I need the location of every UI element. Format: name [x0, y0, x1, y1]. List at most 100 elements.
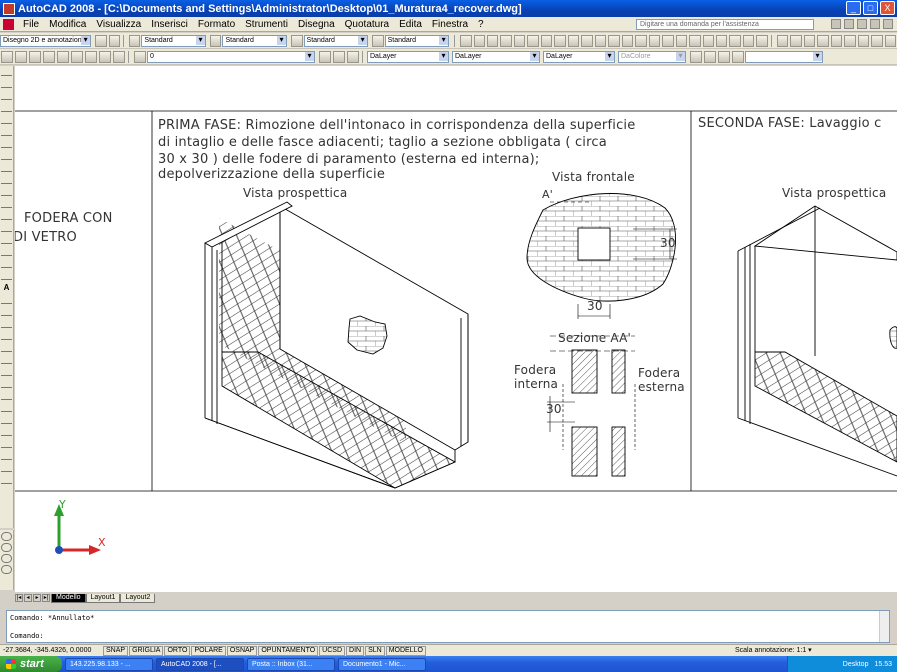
- task-word[interactable]: Documento1 - Mic...: [338, 657, 426, 671]
- task-remote-desktop[interactable]: 143.225.98.133 - ...: [65, 657, 153, 671]
- undo-icon[interactable]: [594, 34, 607, 47]
- zoom-in-icon[interactable]: [1, 50, 13, 63]
- help-icon[interactable]: [756, 34, 768, 47]
- zoom-window2-icon[interactable]: [113, 50, 125, 63]
- gradient-icon[interactable]: [1, 247, 12, 256]
- design-center-icon[interactable]: [689, 34, 701, 47]
- zoom-center-icon[interactable]: [71, 50, 83, 63]
- menu-formato[interactable]: Formato: [193, 19, 240, 30]
- polyline-icon[interactable]: [1, 91, 12, 100]
- redo-icon[interactable]: [608, 34, 620, 47]
- print-icon[interactable]: [500, 34, 512, 47]
- dim-linear-icon[interactable]: [776, 34, 789, 47]
- 3d-box-icon[interactable]: [1, 543, 12, 552]
- move-icon[interactable]: [1, 355, 12, 364]
- zoom-window-icon[interactable]: [648, 34, 661, 47]
- dyn-toggle[interactable]: DIN: [346, 645, 365, 656]
- chamfer-icon[interactable]: [1, 451, 12, 460]
- 3d-cylinder-icon[interactable]: [1, 565, 12, 574]
- table-style-icon[interactable]: [291, 34, 303, 47]
- break-icon[interactable]: [1, 427, 12, 436]
- table-style-select[interactable]: Standard: [303, 34, 369, 47]
- rectangle-icon[interactable]: [1, 115, 12, 124]
- tab-last-icon[interactable]: ▸|: [42, 594, 50, 602]
- command-window[interactable]: Comando: *Annullato* Comando:: [6, 610, 890, 643]
- minimize-button[interactable]: _: [846, 1, 861, 15]
- paste-icon[interactable]: [567, 34, 580, 47]
- materials-icon[interactable]: [732, 50, 744, 63]
- tab-layout2[interactable]: Layout2: [120, 593, 156, 603]
- spline-icon[interactable]: [1, 163, 12, 172]
- grid-toggle[interactable]: GRIGLIA: [129, 645, 164, 656]
- tool-palettes-icon[interactable]: [702, 34, 714, 47]
- plotstyle-select[interactable]: DaColore: [618, 50, 686, 63]
- clock[interactable]: 15.53: [874, 661, 892, 668]
- mtext-icon[interactable]: A: [1, 283, 12, 292]
- dim-radius-icon[interactable]: [830, 34, 843, 47]
- dim-jogged-icon[interactable]: [844, 34, 856, 47]
- layer-state-icon[interactable]: [347, 50, 359, 63]
- properties-icon[interactable]: [675, 34, 688, 47]
- copy-object-icon[interactable]: [1, 307, 12, 316]
- search-icon[interactable]: [831, 19, 841, 29]
- polygon-icon[interactable]: [1, 103, 12, 112]
- layer-select[interactable]: 0: [147, 50, 315, 63]
- sheet-set-icon[interactable]: [715, 34, 728, 47]
- annotation-scale[interactable]: Scala annotazione: 1:1 ▾: [735, 646, 812, 654]
- insert-block-icon[interactable]: [1, 199, 12, 208]
- desktop-toolbar[interactable]: Desktop: [843, 661, 869, 668]
- dim-diameter-icon[interactable]: [857, 34, 870, 47]
- line-icon[interactable]: [1, 67, 12, 76]
- model-toggle[interactable]: MODELLO: [385, 645, 426, 656]
- dim-style-icon[interactable]: [210, 34, 222, 47]
- tab-first-icon[interactable]: |◂: [15, 594, 23, 602]
- workspace-select[interactable]: Disegno 2D e annotazione: [0, 34, 92, 47]
- menu-help[interactable]: ?: [473, 19, 489, 30]
- new-file-icon[interactable]: [460, 34, 472, 47]
- dim-angular-icon[interactable]: [871, 34, 883, 47]
- open-file-icon[interactable]: [473, 34, 486, 47]
- doc-minimize-icon[interactable]: [857, 19, 867, 29]
- extend-icon[interactable]: [1, 415, 12, 424]
- zoom-all-icon[interactable]: [29, 50, 41, 63]
- dim-arc-icon[interactable]: [803, 34, 816, 47]
- text-style-icon[interactable]: [128, 34, 141, 47]
- zoom-previous-icon[interactable]: [662, 34, 674, 47]
- dim-style-select[interactable]: Standard: [222, 34, 288, 47]
- construction-line-icon[interactable]: [1, 79, 12, 88]
- star-icon[interactable]: [844, 19, 854, 29]
- 3d-sphere-icon[interactable]: [1, 554, 12, 563]
- array-icon[interactable]: [1, 343, 12, 352]
- view-select[interactable]: [745, 50, 823, 63]
- point-icon[interactable]: [1, 223, 12, 232]
- calculator-icon[interactable]: [742, 34, 755, 47]
- preview-icon[interactable]: [513, 34, 526, 47]
- zoom-object-icon[interactable]: [85, 50, 97, 63]
- offset-icon[interactable]: [1, 331, 12, 340]
- mirror-icon[interactable]: [1, 319, 12, 328]
- camera-icon[interactable]: [690, 50, 702, 63]
- zoom-extents-icon[interactable]: [43, 50, 55, 63]
- pan-icon[interactable]: [621, 34, 634, 47]
- start-button[interactable]: start: [0, 656, 62, 672]
- menu-modifica[interactable]: Modifica: [44, 19, 91, 30]
- ortho-toggle[interactable]: ORTO: [164, 645, 191, 656]
- menu-strumenti[interactable]: Strumenti: [240, 19, 293, 30]
- make-current-layer-icon[interactable]: [319, 50, 331, 63]
- menu-edita[interactable]: Edita: [394, 19, 427, 30]
- zoom-scale-icon[interactable]: [57, 50, 69, 63]
- cut-icon[interactable]: [540, 34, 553, 47]
- hatch-icon[interactable]: [1, 235, 12, 244]
- autocad-app-icon[interactable]: [3, 2, 15, 15]
- workspace-settings-icon[interactable]: [95, 34, 107, 47]
- light-icon[interactable]: [718, 50, 730, 63]
- 3d-orbit-icon[interactable]: [1, 532, 12, 541]
- trim-icon[interactable]: [1, 403, 12, 412]
- document-icon[interactable]: [3, 18, 14, 30]
- drawing-area[interactable]: FODERA CON DI VETRO PRIMA FASE: Rimozion…: [15, 66, 897, 592]
- osnap-toggle[interactable]: OSNAP: [226, 645, 258, 656]
- toolbar-lock-icon[interactable]: [108, 34, 121, 47]
- mleader-style-icon[interactable]: [372, 34, 384, 47]
- snap-toggle[interactable]: SNAP: [103, 645, 129, 656]
- mleader-style-select[interactable]: Standard: [384, 34, 450, 47]
